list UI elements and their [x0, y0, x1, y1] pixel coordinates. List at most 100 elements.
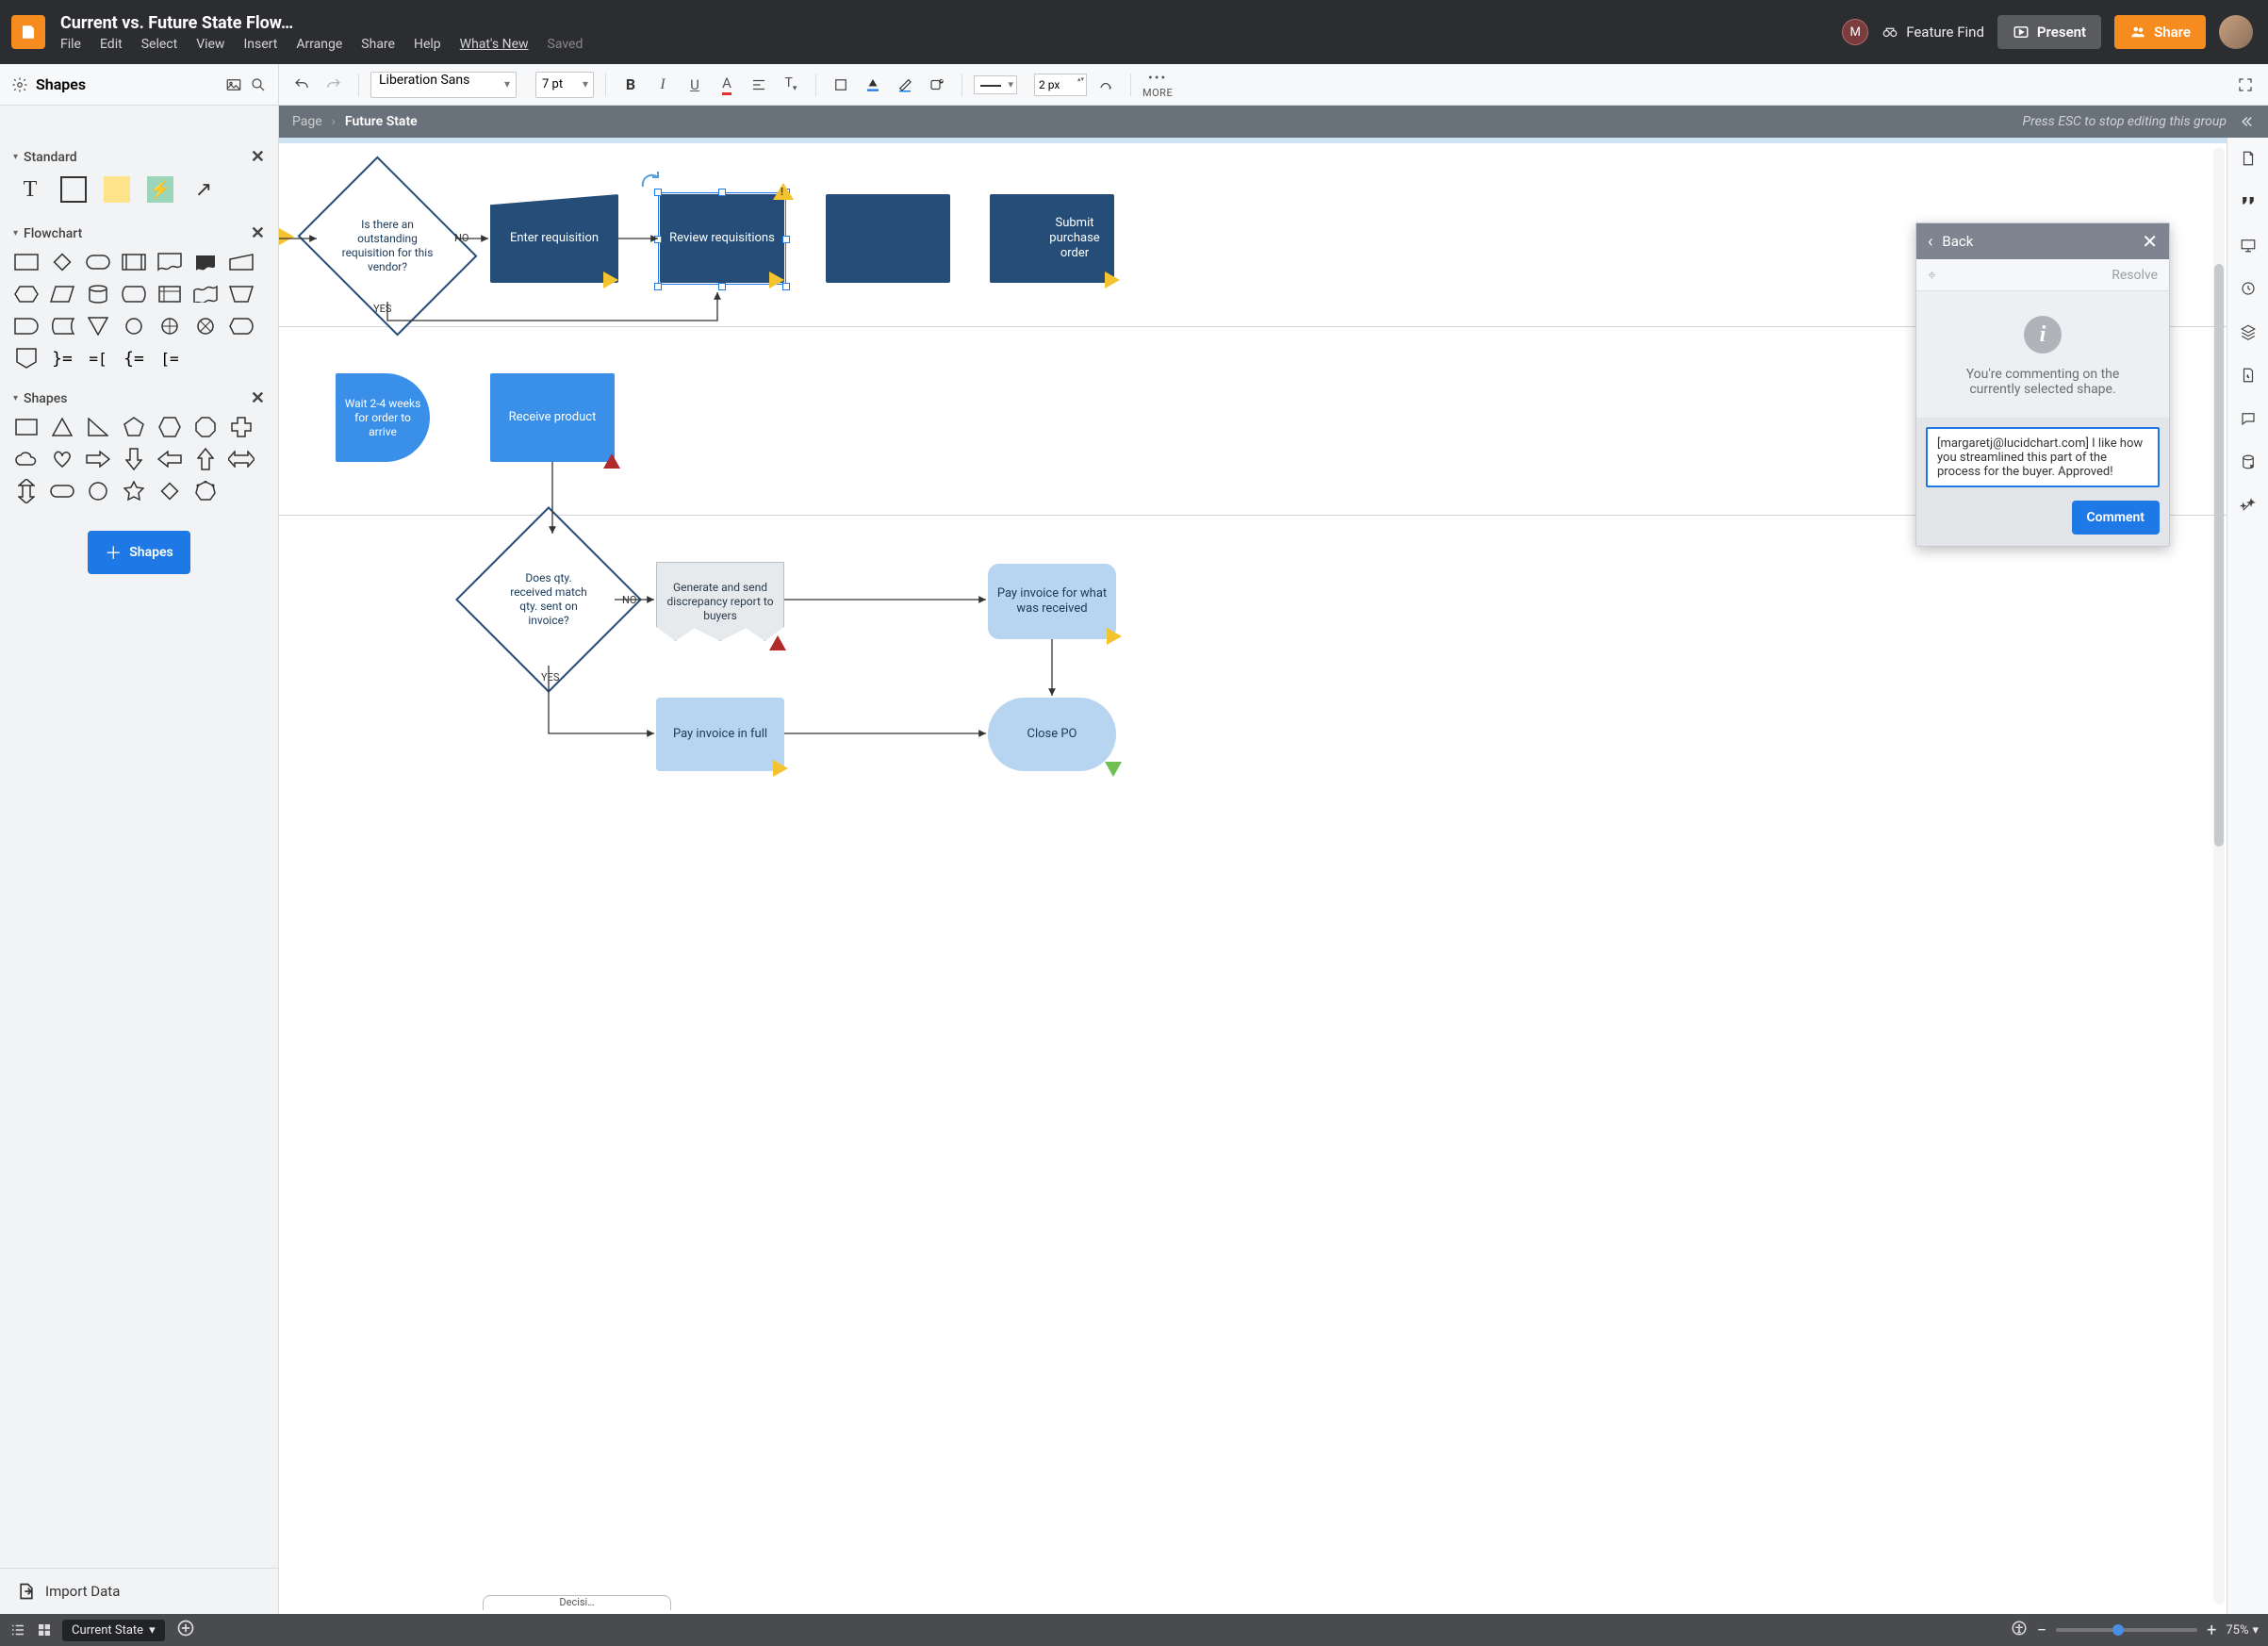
redo-button[interactable] — [320, 72, 347, 98]
accessibility-icon[interactable] — [2011, 1620, 2028, 1640]
zoom-slider[interactable] — [2056, 1628, 2197, 1632]
sh-right-triangle[interactable] — [85, 416, 111, 438]
fullscreen-button[interactable] — [2232, 72, 2259, 98]
user-avatar[interactable] — [2219, 15, 2253, 49]
line-style-select[interactable] — [974, 75, 1017, 94]
shape-wait[interactable]: Wait 2-4 weeks for order to arrive — [336, 373, 430, 462]
fc-preparation[interactable] — [13, 283, 40, 305]
search-icon[interactable] — [250, 76, 267, 93]
page-tab-current-state[interactable]: Current State ▾ — [62, 1620, 165, 1641]
present-button[interactable]: Present — [1997, 15, 2101, 49]
sh-octagon[interactable] — [192, 416, 219, 438]
font-size-select[interactable]: 7 pt — [535, 72, 594, 98]
sh-rect[interactable] — [13, 416, 40, 438]
selection-handle[interactable] — [782, 236, 790, 243]
fc-decision[interactable] — [49, 251, 75, 273]
menu-edit[interactable]: Edit — [100, 37, 123, 52]
sh-arrow-lr[interactable] — [228, 448, 255, 470]
comment-input[interactable] — [1926, 427, 2160, 487]
fc-internal-storage[interactable] — [156, 283, 183, 305]
fill-button[interactable] — [828, 72, 854, 98]
fc-or[interactable] — [156, 315, 183, 337]
selection-handle[interactable] — [718, 189, 726, 196]
sh-arrow-left[interactable] — [156, 448, 183, 470]
fc-data[interactable] — [49, 283, 75, 305]
line-color-button[interactable] — [892, 72, 918, 98]
fc-display[interactable] — [228, 315, 255, 337]
group-flowchart-header[interactable]: ▾ Flowchart ✕ — [13, 223, 265, 243]
shape-close-po[interactable]: Close PO — [988, 698, 1116, 771]
canvas[interactable]: Is there an outstanding requisition for … — [279, 138, 2227, 1614]
comment-quote-icon[interactable] — [2237, 190, 2260, 213]
text-options-button[interactable]: T▾ — [778, 72, 804, 98]
fc-bracket-l[interactable]: {= — [121, 347, 147, 370]
shape-receive-product[interactable]: Receive product — [490, 373, 615, 462]
chat-icon[interactable] — [2237, 407, 2260, 430]
menu-view[interactable]: View — [196, 37, 224, 52]
sh-arrow-down[interactable] — [121, 448, 147, 470]
sh-pentagon[interactable] — [121, 416, 147, 438]
app-logo[interactable] — [11, 15, 45, 49]
menu-file[interactable]: File — [60, 37, 81, 52]
sh-hexagon[interactable] — [156, 416, 183, 438]
italic-button[interactable]: I — [649, 72, 676, 98]
sh-polygon[interactable] — [192, 480, 219, 502]
shape-arrow[interactable]: ↗ — [187, 174, 221, 205]
collapse-breadcrumb-icon[interactable] — [2238, 113, 2255, 130]
fc-offpage[interactable] — [13, 347, 40, 370]
fc-direct-data[interactable] — [121, 283, 147, 305]
line-width-select[interactable]: 2 px▴▾ — [1034, 74, 1087, 96]
fc-terminator[interactable] — [85, 251, 111, 273]
vertical-scrollbar[interactable] — [2213, 147, 2225, 1605]
selection-handle[interactable] — [718, 283, 726, 290]
fc-merge[interactable] — [85, 315, 111, 337]
shape-pay-partial[interactable]: Pay invoice for what was received — [988, 564, 1116, 639]
group-shapes-header[interactable]: ▾ Shapes ✕ — [13, 388, 265, 408]
fc-database[interactable] — [85, 283, 111, 305]
fc-manual-input[interactable] — [228, 251, 255, 273]
list-view-button[interactable] — [9, 1621, 26, 1638]
zoom-out-button[interactable]: − — [2037, 1621, 2046, 1640]
menu-insert[interactable]: Insert — [243, 37, 277, 52]
menu-share[interactable]: Share — [361, 37, 395, 52]
menu-select[interactable]: Select — [141, 37, 177, 52]
close-icon[interactable]: ✕ — [251, 388, 265, 408]
border-color-button[interactable] — [860, 72, 886, 98]
sh-cloud[interactable] — [13, 448, 40, 470]
theme-icon[interactable] — [2237, 364, 2260, 387]
sh-star[interactable] — [121, 480, 147, 502]
collaborator-avatar[interactable]: M — [1842, 19, 1868, 45]
shape-pay-full[interactable]: Pay invoice in full — [656, 698, 784, 771]
fc-note-closed[interactable]: [= — [156, 347, 183, 370]
grid-view-button[interactable] — [36, 1621, 53, 1638]
fc-stored-data[interactable] — [49, 315, 75, 337]
fc-note-open[interactable]: =[ — [85, 347, 111, 370]
sh-diamond[interactable] — [156, 480, 183, 502]
close-icon[interactable]: ✕ — [251, 223, 265, 243]
shape-action[interactable]: ⚡ — [143, 174, 177, 205]
shape-submit-po[interactable]: Submit purchase order — [990, 194, 1114, 283]
menu-whats-new[interactable]: What's New — [460, 37, 529, 52]
underline-button[interactable]: U — [682, 72, 708, 98]
fc-paper-tape[interactable] — [192, 283, 219, 305]
more-menu[interactable]: ••• MORE — [1142, 71, 1173, 99]
shape-discrepancy-report[interactable]: Generate and send discrepancy report to … — [656, 562, 784, 641]
feature-find[interactable]: Feature Find — [1882, 24, 1984, 41]
share-button[interactable]: Share — [2114, 15, 2206, 49]
sh-arrow-right[interactable] — [85, 448, 111, 470]
doc-title[interactable]: Current vs. Future State Flow… — [60, 13, 583, 33]
align-button[interactable] — [746, 72, 772, 98]
sh-circle[interactable] — [85, 480, 111, 502]
breadcrumb-root[interactable]: Page — [292, 114, 322, 129]
shape-review-requisitions[interactable]: Review requisitions — [660, 194, 784, 283]
line-arrow-button[interactable] — [1093, 72, 1119, 98]
shape-note[interactable] — [100, 174, 134, 205]
group-standard-header[interactable]: ▾ Standard ✕ — [13, 147, 265, 167]
history-icon[interactable] — [2237, 277, 2260, 300]
rotate-handle-icon[interactable] — [637, 168, 666, 192]
selection-handle[interactable] — [654, 283, 662, 290]
chevron-left-icon[interactable]: ‹ — [1928, 232, 1932, 252]
bold-button[interactable]: B — [617, 72, 644, 98]
add-shapes-button[interactable]: ＋ Shapes — [88, 531, 189, 574]
magic-icon[interactable] — [2237, 494, 2260, 517]
